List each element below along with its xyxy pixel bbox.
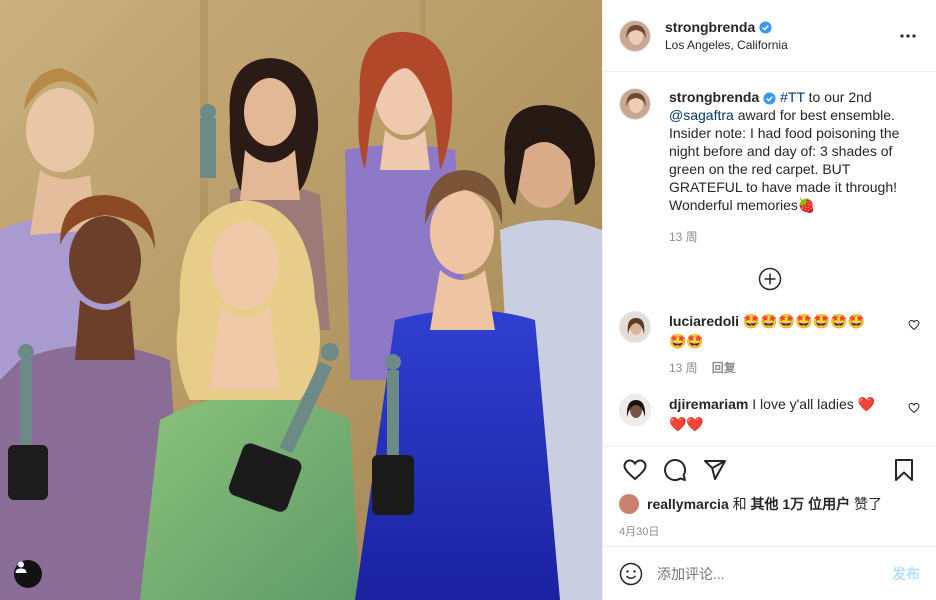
comment-button[interactable] bbox=[655, 450, 695, 490]
caption-meta: 13 周 bbox=[669, 228, 920, 245]
post-header: strongbrenda Los Angeles, California bbox=[603, 0, 936, 72]
comment-text: djiremariam I love y'all ladies ❤️❤️❤️ bbox=[669, 394, 879, 434]
post-date[interactable]: 4月30日 bbox=[603, 516, 936, 546]
caption-username[interactable]: strongbrenda bbox=[669, 89, 759, 105]
caption-text: strongbrenda #TT to our 2nd @sagaftra aw… bbox=[669, 88, 920, 214]
comment-icon bbox=[664, 458, 687, 481]
load-more-comments-button[interactable] bbox=[619, 267, 920, 291]
comment-avatar-image bbox=[620, 395, 650, 425]
post-photo[interactable] bbox=[0, 0, 602, 600]
hashtag-link[interactable]: #TT bbox=[780, 89, 805, 105]
photo-illustration bbox=[0, 0, 602, 600]
post-modal: strongbrenda Los Angeles, California str… bbox=[0, 0, 936, 600]
add-comment-input[interactable] bbox=[657, 565, 892, 582]
avatar[interactable] bbox=[619, 19, 651, 52]
comment-avatar[interactable] bbox=[619, 394, 651, 426]
header-names: strongbrenda Los Angeles, California bbox=[665, 19, 896, 52]
more-options-button[interactable] bbox=[896, 33, 920, 38]
share-icon bbox=[704, 459, 726, 480]
comment-username[interactable]: djiremariam bbox=[669, 396, 748, 412]
comment-username[interactable]: luciaredoli bbox=[669, 313, 739, 329]
others-liked-link[interactable]: 其他 1万 位用户 bbox=[751, 496, 851, 512]
comment-like-heart-icon[interactable] bbox=[908, 402, 920, 414]
share-button[interactable] bbox=[695, 450, 735, 490]
save-button[interactable] bbox=[884, 450, 924, 490]
mention-link[interactable]: @sagaftra bbox=[669, 107, 734, 123]
comment-meta: 13 周回复 bbox=[669, 359, 879, 376]
like-button[interactable] bbox=[615, 450, 655, 490]
comment-item: djiremariam I love y'all ladies ❤️❤️❤️ bbox=[619, 394, 920, 434]
caption-time[interactable]: 13 周 bbox=[669, 230, 698, 244]
comment-item: luciaredoli 🤩🤩🤩🤩🤩🤩🤩🤩🤩 13 周回复 bbox=[619, 311, 920, 376]
comment-avatar-image bbox=[620, 312, 650, 342]
likes-suffix: 赞了 bbox=[850, 496, 882, 512]
strawberry-emoji: 🍓 bbox=[797, 197, 816, 213]
header-username-text[interactable]: strongbrenda bbox=[665, 19, 755, 35]
caption: strongbrenda #TT to our 2nd @sagaftra aw… bbox=[619, 88, 920, 245]
comment-avatar[interactable] bbox=[619, 311, 651, 343]
reply-button[interactable]: 回复 bbox=[712, 361, 736, 375]
emoji-icon[interactable] bbox=[619, 562, 643, 586]
caption-avatar[interactable] bbox=[619, 88, 651, 120]
heart-icon bbox=[623, 458, 647, 480]
caption-avatar-image bbox=[620, 89, 650, 119]
avatar-image bbox=[620, 20, 650, 51]
bookmark-icon bbox=[895, 458, 913, 481]
likes-summary: reallymarcia 和 其他 1万 位用户 赞了 bbox=[603, 492, 936, 516]
user-tag-icon bbox=[15, 561, 27, 573]
user-tag-button[interactable] bbox=[14, 560, 42, 588]
comment-time[interactable]: 13 周 bbox=[669, 361, 698, 375]
likes-connector: 和 bbox=[728, 496, 751, 512]
comment-like-heart-icon[interactable] bbox=[908, 319, 920, 331]
verified-badge-icon bbox=[763, 92, 776, 105]
header-username[interactable]: strongbrenda bbox=[665, 19, 772, 35]
comment-text: luciaredoli 🤩🤩🤩🤩🤩🤩🤩🤩🤩 bbox=[669, 311, 879, 351]
comments-list[interactable]: strongbrenda #TT to our 2nd @sagaftra aw… bbox=[603, 72, 936, 446]
post-comment-button[interactable]: 发布 bbox=[892, 564, 920, 584]
load-more-icon bbox=[758, 267, 781, 291]
liker-username[interactable]: reallymarcia bbox=[647, 496, 729, 512]
more-options-icon bbox=[900, 33, 916, 38]
post-side-panel: strongbrenda Los Angeles, California str… bbox=[602, 0, 936, 600]
location-link[interactable]: Los Angeles, California bbox=[665, 38, 896, 52]
action-bar bbox=[603, 446, 936, 492]
add-comment-bar: 发布 bbox=[603, 546, 936, 600]
verified-badge-icon bbox=[759, 20, 772, 34]
caption-body-1: to our 2nd bbox=[804, 89, 872, 105]
liker-avatar[interactable] bbox=[619, 494, 639, 514]
